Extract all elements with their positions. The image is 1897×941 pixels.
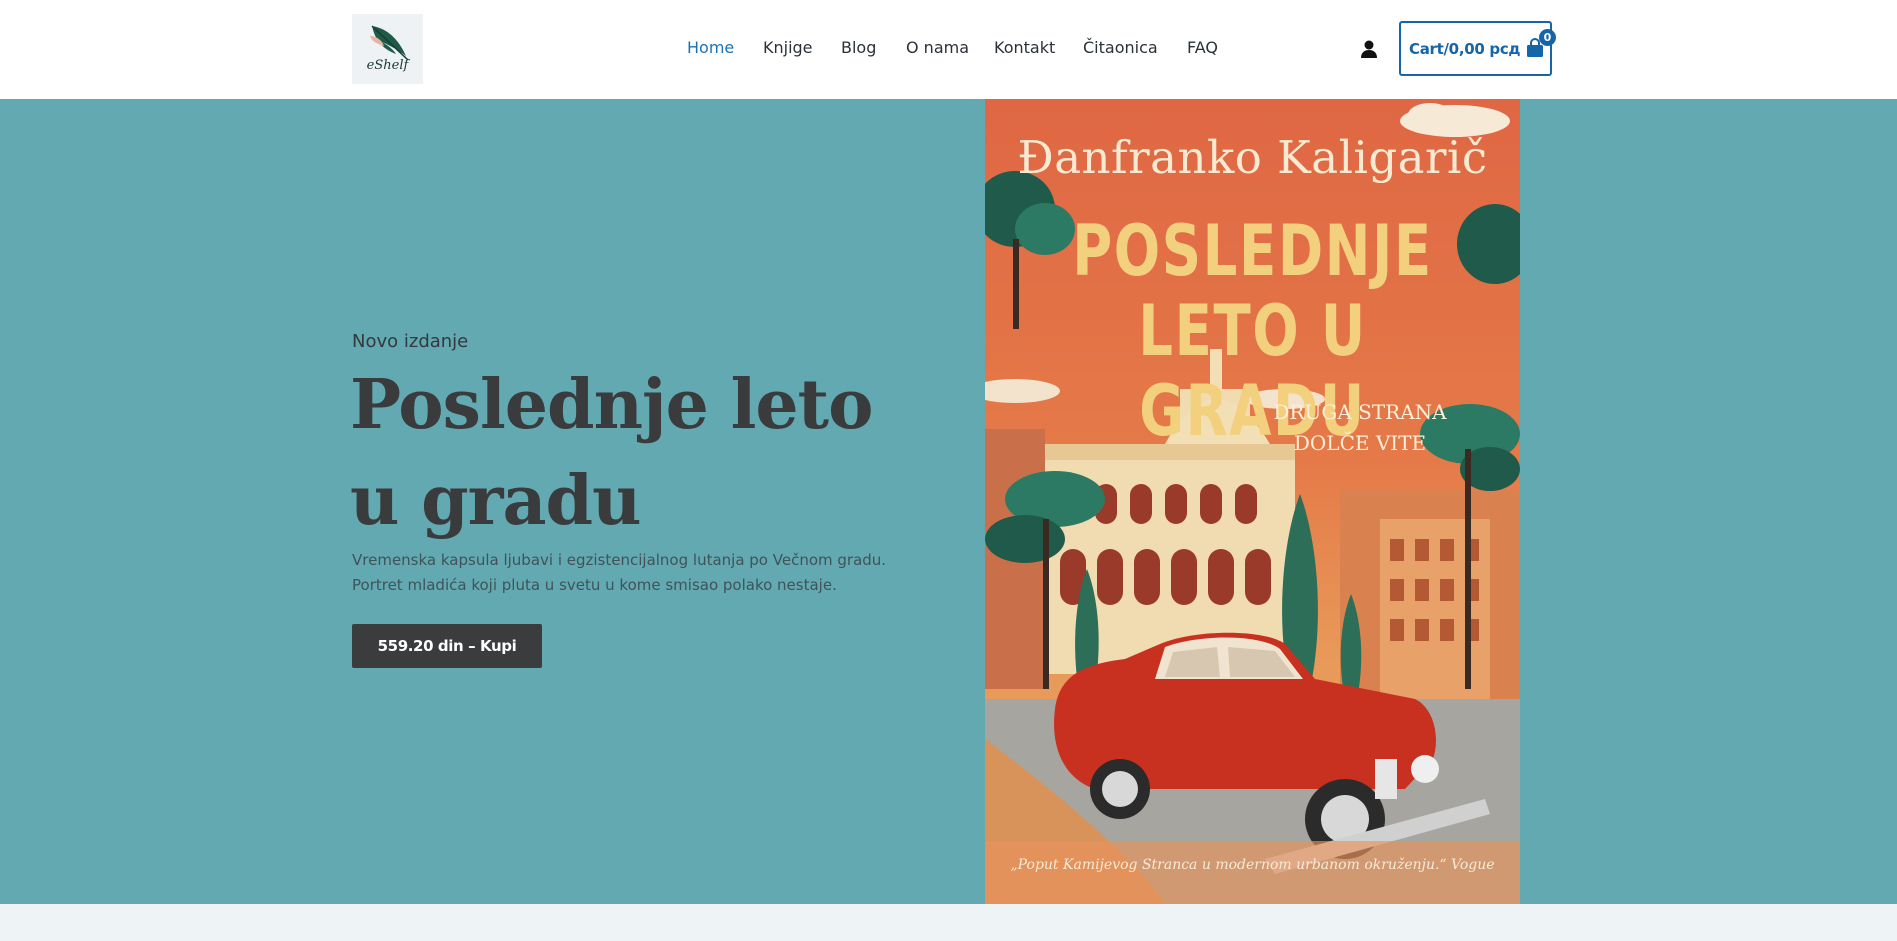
book-cover-image[interactable]: Đanfranko Kaligarič POSLEDNJE LETO U GRA… bbox=[985, 99, 1520, 904]
hero-kicker: Novo izdanje bbox=[352, 331, 469, 352]
hero-title: Poslednje leto u gradu bbox=[350, 365, 873, 541]
logo-text: eShelf bbox=[366, 58, 409, 73]
site-header: eShelf Home Knjige Blog O nama Kontakt Č… bbox=[0, 0, 1897, 99]
cart-count-badge: 0 bbox=[1539, 29, 1556, 46]
cart-button[interactable]: Cart/0,00 рсд 0 bbox=[1399, 21, 1556, 76]
nav-home[interactable]: Home bbox=[687, 38, 734, 57]
buy-button[interactable]: 559.20 din – Kupi bbox=[352, 624, 542, 668]
nav-blog[interactable]: Blog bbox=[841, 38, 876, 57]
cover-subtitle-line: DOLČE VITE bbox=[1293, 431, 1427, 455]
user-icon[interactable] bbox=[1358, 38, 1380, 60]
cover-author: Đanfranko Kaligarič bbox=[1017, 131, 1488, 184]
nav-kontakt[interactable]: Kontakt bbox=[994, 38, 1055, 57]
main-nav: Home Knjige Blog O nama Kontakt Čitaonic… bbox=[0, 38, 1897, 60]
cart-label: Cart/0,00 рсд bbox=[1409, 40, 1521, 58]
hero-section: Novo izdanje Poslednje leto u gradu Vrem… bbox=[0, 99, 1897, 904]
nav-citaonica[interactable]: Čitaonica bbox=[1083, 38, 1158, 57]
nav-o-nama[interactable]: O nama bbox=[906, 38, 969, 57]
hero-description-line: Portret mladića koji pluta u svetu u kom… bbox=[352, 576, 837, 594]
cover-quote: „Poput Kamijevog Stranca u modernom urba… bbox=[1010, 857, 1495, 873]
hero-description: Vremenska kapsula ljubavi i egzistencija… bbox=[352, 548, 942, 598]
hero-description-line: Vremenska kapsula ljubavi i egzistencija… bbox=[352, 551, 887, 569]
cover-title-line: POSLEDNJE bbox=[1072, 210, 1433, 292]
nav-knjige[interactable]: Knjige bbox=[763, 38, 813, 57]
cover-subtitle: DRUGA STRANA DOLČE VITE bbox=[1230, 397, 1490, 459]
nav-faq[interactable]: FAQ bbox=[1187, 38, 1218, 57]
cover-subtitle-line: DRUGA STRANA bbox=[1273, 400, 1447, 424]
page-bottom-strip bbox=[0, 904, 1897, 941]
